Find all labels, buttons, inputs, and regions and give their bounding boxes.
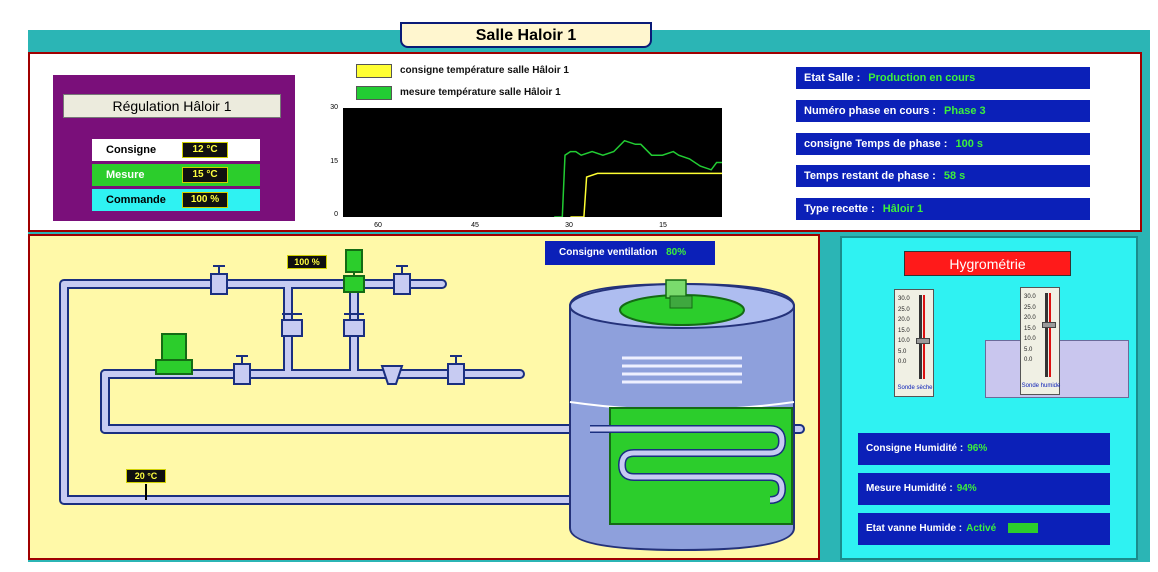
wet-gauge-ticks: 30.0 25.0 20.0 15.0 10.0 5.0 0.0 — [1024, 294, 1036, 363]
pump-icon[interactable] — [155, 333, 193, 375]
humidifier-active-indicator — [1008, 523, 1038, 533]
valve-icon[interactable] — [233, 355, 251, 385]
humidity-setpoint-value: 96% — [967, 443, 988, 454]
humidity-setpoint-label: Consigne Humidité : — [866, 443, 964, 454]
status-etat-salle: Etat Salle : Production en cours — [796, 67, 1090, 89]
hygrometry-panel — [840, 236, 1138, 560]
x-tick-30: 30 — [565, 222, 573, 229]
legend-swatch-mesure — [356, 86, 392, 100]
dry-probe-gauge: 30.0 25.0 20.0 15.0 10.0 5.0 0.0 Sonde sèch… — [894, 289, 934, 397]
status-label: Type recette : — [804, 203, 875, 215]
humidifier-valve-value: Activé — [966, 523, 997, 534]
humidity-measure-label: Mesure Humidité : — [866, 483, 953, 494]
filter-icon[interactable] — [380, 365, 404, 385]
dry-gauge-ticks: 30.0 25.0 20.0 15.0 10.0 5.0 0.0 — [898, 296, 910, 365]
y-tick-30: 30 — [330, 104, 338, 111]
humidifier-valve-state: Etat vanne Humide : Activé — [858, 513, 1110, 545]
status-label: consigne Temps de phase : — [804, 138, 948, 150]
status-value: Phase 3 — [944, 105, 986, 117]
valve-icon[interactable] — [210, 265, 228, 295]
commande-label: Commande — [106, 194, 166, 206]
consigne-value: 12 °C — [182, 142, 228, 158]
ventilation-setpoint: Consigne ventilation 80% — [545, 241, 715, 265]
humidity-measure-value: 94% — [956, 483, 977, 494]
ventilation-label: Consigne ventilation — [559, 247, 658, 258]
status-value: Production en cours — [868, 72, 976, 84]
regulation-title: Régulation Hâloir 1 — [63, 94, 281, 118]
legend-label-mesure: mesure température salle Hâloir 1 — [400, 87, 561, 98]
mesure-label: Mesure — [106, 169, 145, 181]
y-tick-0: 0 — [334, 211, 338, 218]
status-label: Numéro phase en cours : — [804, 105, 937, 117]
wet-gauge-label: Sonde humide — [1021, 383, 1061, 389]
status-temps-restant: Temps restant de phase : 58 s — [796, 165, 1090, 187]
status-label: Etat Salle : — [804, 72, 861, 84]
wet-probe-gauge: 30.0 25.0 20.0 15.0 10.0 5.0 0.0 Sonde humi… — [1020, 287, 1060, 395]
valve-opening-value: 100 % — [287, 255, 327, 269]
x-tick-45: 45 — [471, 222, 479, 229]
status-value: Hâloir 1 — [882, 203, 924, 215]
trend-chart — [343, 108, 722, 217]
legend-label-consigne: consigne température salle Hâloir 1 — [400, 65, 569, 76]
status-numero-phase: Numéro phase en cours : Phase 3 — [796, 100, 1090, 122]
status-value: 58 s — [943, 170, 966, 182]
dry-gauge-label: Sonde sèche — [897, 385, 933, 391]
page-title: Salle Haloir 1 — [400, 22, 652, 48]
valve-icon[interactable] — [393, 265, 411, 295]
humidity-setpoint: Consigne Humidité :96% — [858, 433, 1110, 465]
status-value: 100 s — [955, 138, 983, 150]
dry-gauge-scale — [923, 295, 925, 379]
motorized-valve-icon[interactable] — [343, 249, 365, 293]
water-temperature-value: 20 °C — [126, 469, 166, 483]
consigne-row: Consigne — [92, 139, 260, 161]
chart-plot-area — [343, 108, 722, 217]
wet-gauge-track — [1045, 293, 1048, 377]
dry-gauge-cursor[interactable] — [916, 338, 930, 344]
wet-gauge-scale — [1049, 293, 1051, 377]
process-synoptic — [59, 249, 805, 552]
hygrometry-title: Hygrométrie — [904, 251, 1071, 276]
humidifier-valve-label: Etat vanne Humide : — [866, 523, 963, 534]
y-tick-15: 15 — [330, 158, 338, 165]
commande-value: 100 % — [182, 192, 228, 208]
valve-icon[interactable] — [447, 355, 465, 385]
panel-divider — [820, 234, 840, 560]
humidity-measure: Mesure Humidité :94% — [858, 473, 1110, 505]
mesure-row: Mesure — [92, 164, 260, 186]
x-tick-60: 60 — [374, 222, 382, 229]
wet-gauge-cursor[interactable] — [1042, 322, 1056, 328]
commande-row: Commande — [92, 189, 260, 211]
x-tick-15: 15 — [659, 222, 667, 229]
status-label: Temps restant de phase : — [804, 170, 936, 182]
status-consigne-temps: consigne Temps de phase : 100 s — [796, 133, 1090, 155]
ventilation-value: 80% — [666, 247, 687, 258]
legend-swatch-consigne — [356, 64, 392, 78]
mesure-value: 15 °C — [182, 167, 228, 183]
dry-gauge-track — [919, 295, 922, 379]
consigne-label: Consigne — [106, 144, 157, 156]
status-type-recette: Type recette : Hâloir 1 — [796, 198, 1090, 220]
